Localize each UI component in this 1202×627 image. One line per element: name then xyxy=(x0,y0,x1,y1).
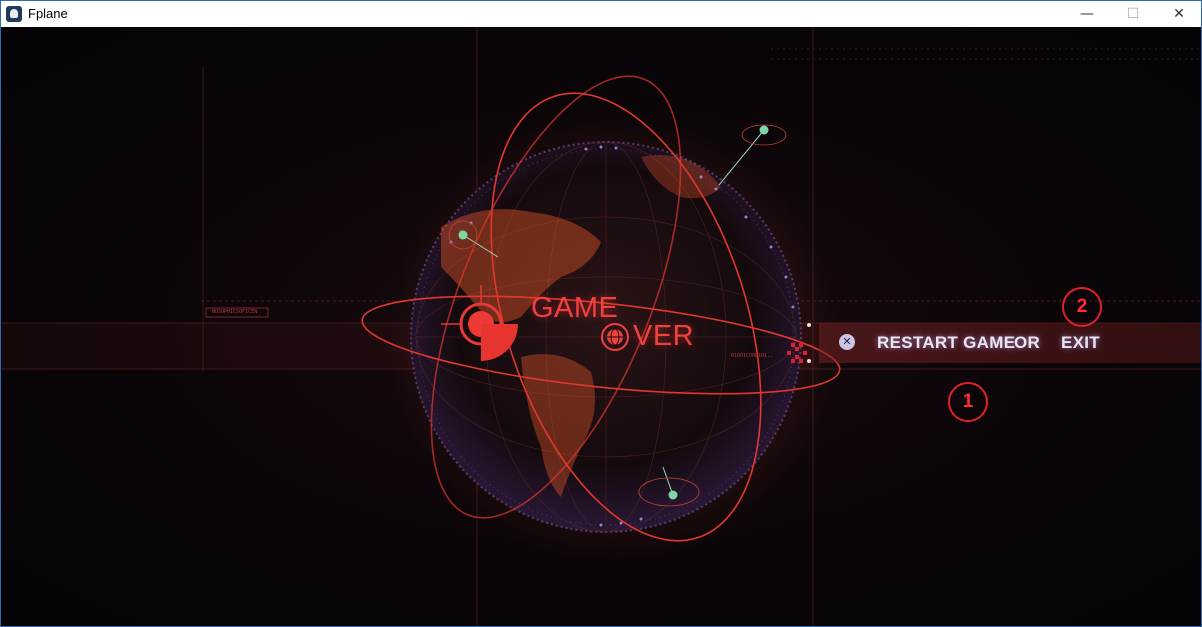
callout-marker-1: 1 xyxy=(948,382,988,422)
binary-tag-label: 01001CORD101.. xyxy=(731,353,774,359)
app-icon xyxy=(6,6,22,22)
cancel-icon: ✕ xyxy=(839,334,855,350)
restart-game-button[interactable]: RESTART GAME xyxy=(877,333,1015,353)
title-bar: Fplane — ☐ ✕ xyxy=(1,1,1201,27)
exit-button[interactable]: EXIT xyxy=(1061,333,1100,353)
or-separator: OR xyxy=(1014,333,1041,352)
game-viewport: NOSOPHICSOFICEN 01001CORD101.. GAME VER … xyxy=(1,27,1201,626)
game-over-title-over: VER xyxy=(633,320,695,352)
callout-marker-2: 2 xyxy=(1062,287,1102,327)
minimize-button[interactable]: — xyxy=(1064,1,1110,27)
window-title: Fplane xyxy=(28,6,68,21)
game-window: Fplane — ☐ ✕ NOSOPHICSOFICEN 01001CORD10… xyxy=(0,0,1202,627)
maximize-button[interactable]: ☐ xyxy=(1110,1,1156,27)
hud-tag-label: NOSOPHICSOFICEN xyxy=(212,309,258,315)
close-button[interactable]: ✕ xyxy=(1156,1,1201,27)
game-over-title-game: GAME xyxy=(531,292,619,324)
